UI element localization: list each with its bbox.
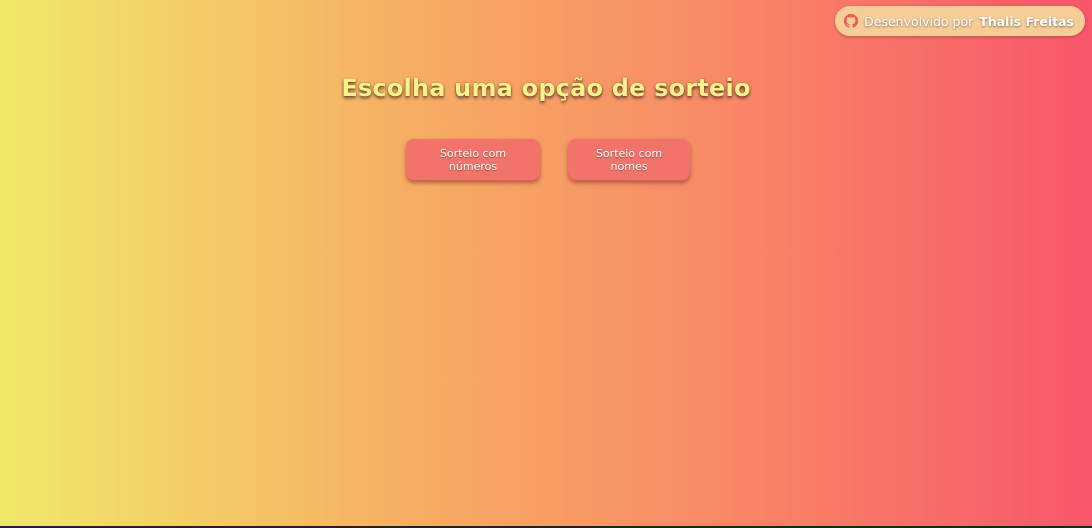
draw-names-button[interactable]: Sorteio com nomes [568,139,690,181]
credit-author: Thalis Freitas [979,13,1074,29]
developer-credit-link[interactable]: Desenvolvido por Thalis Freitas [835,6,1085,36]
draw-numbers-button[interactable]: Sorteio com números [406,139,540,181]
github-icon [844,14,859,28]
credit-prefix: Desenvolvido por [864,13,974,29]
draw-options: Sorteio com números Sorteio com nomes [0,139,1092,181]
page-title: Escolha uma opção de sorteio [341,74,751,102]
